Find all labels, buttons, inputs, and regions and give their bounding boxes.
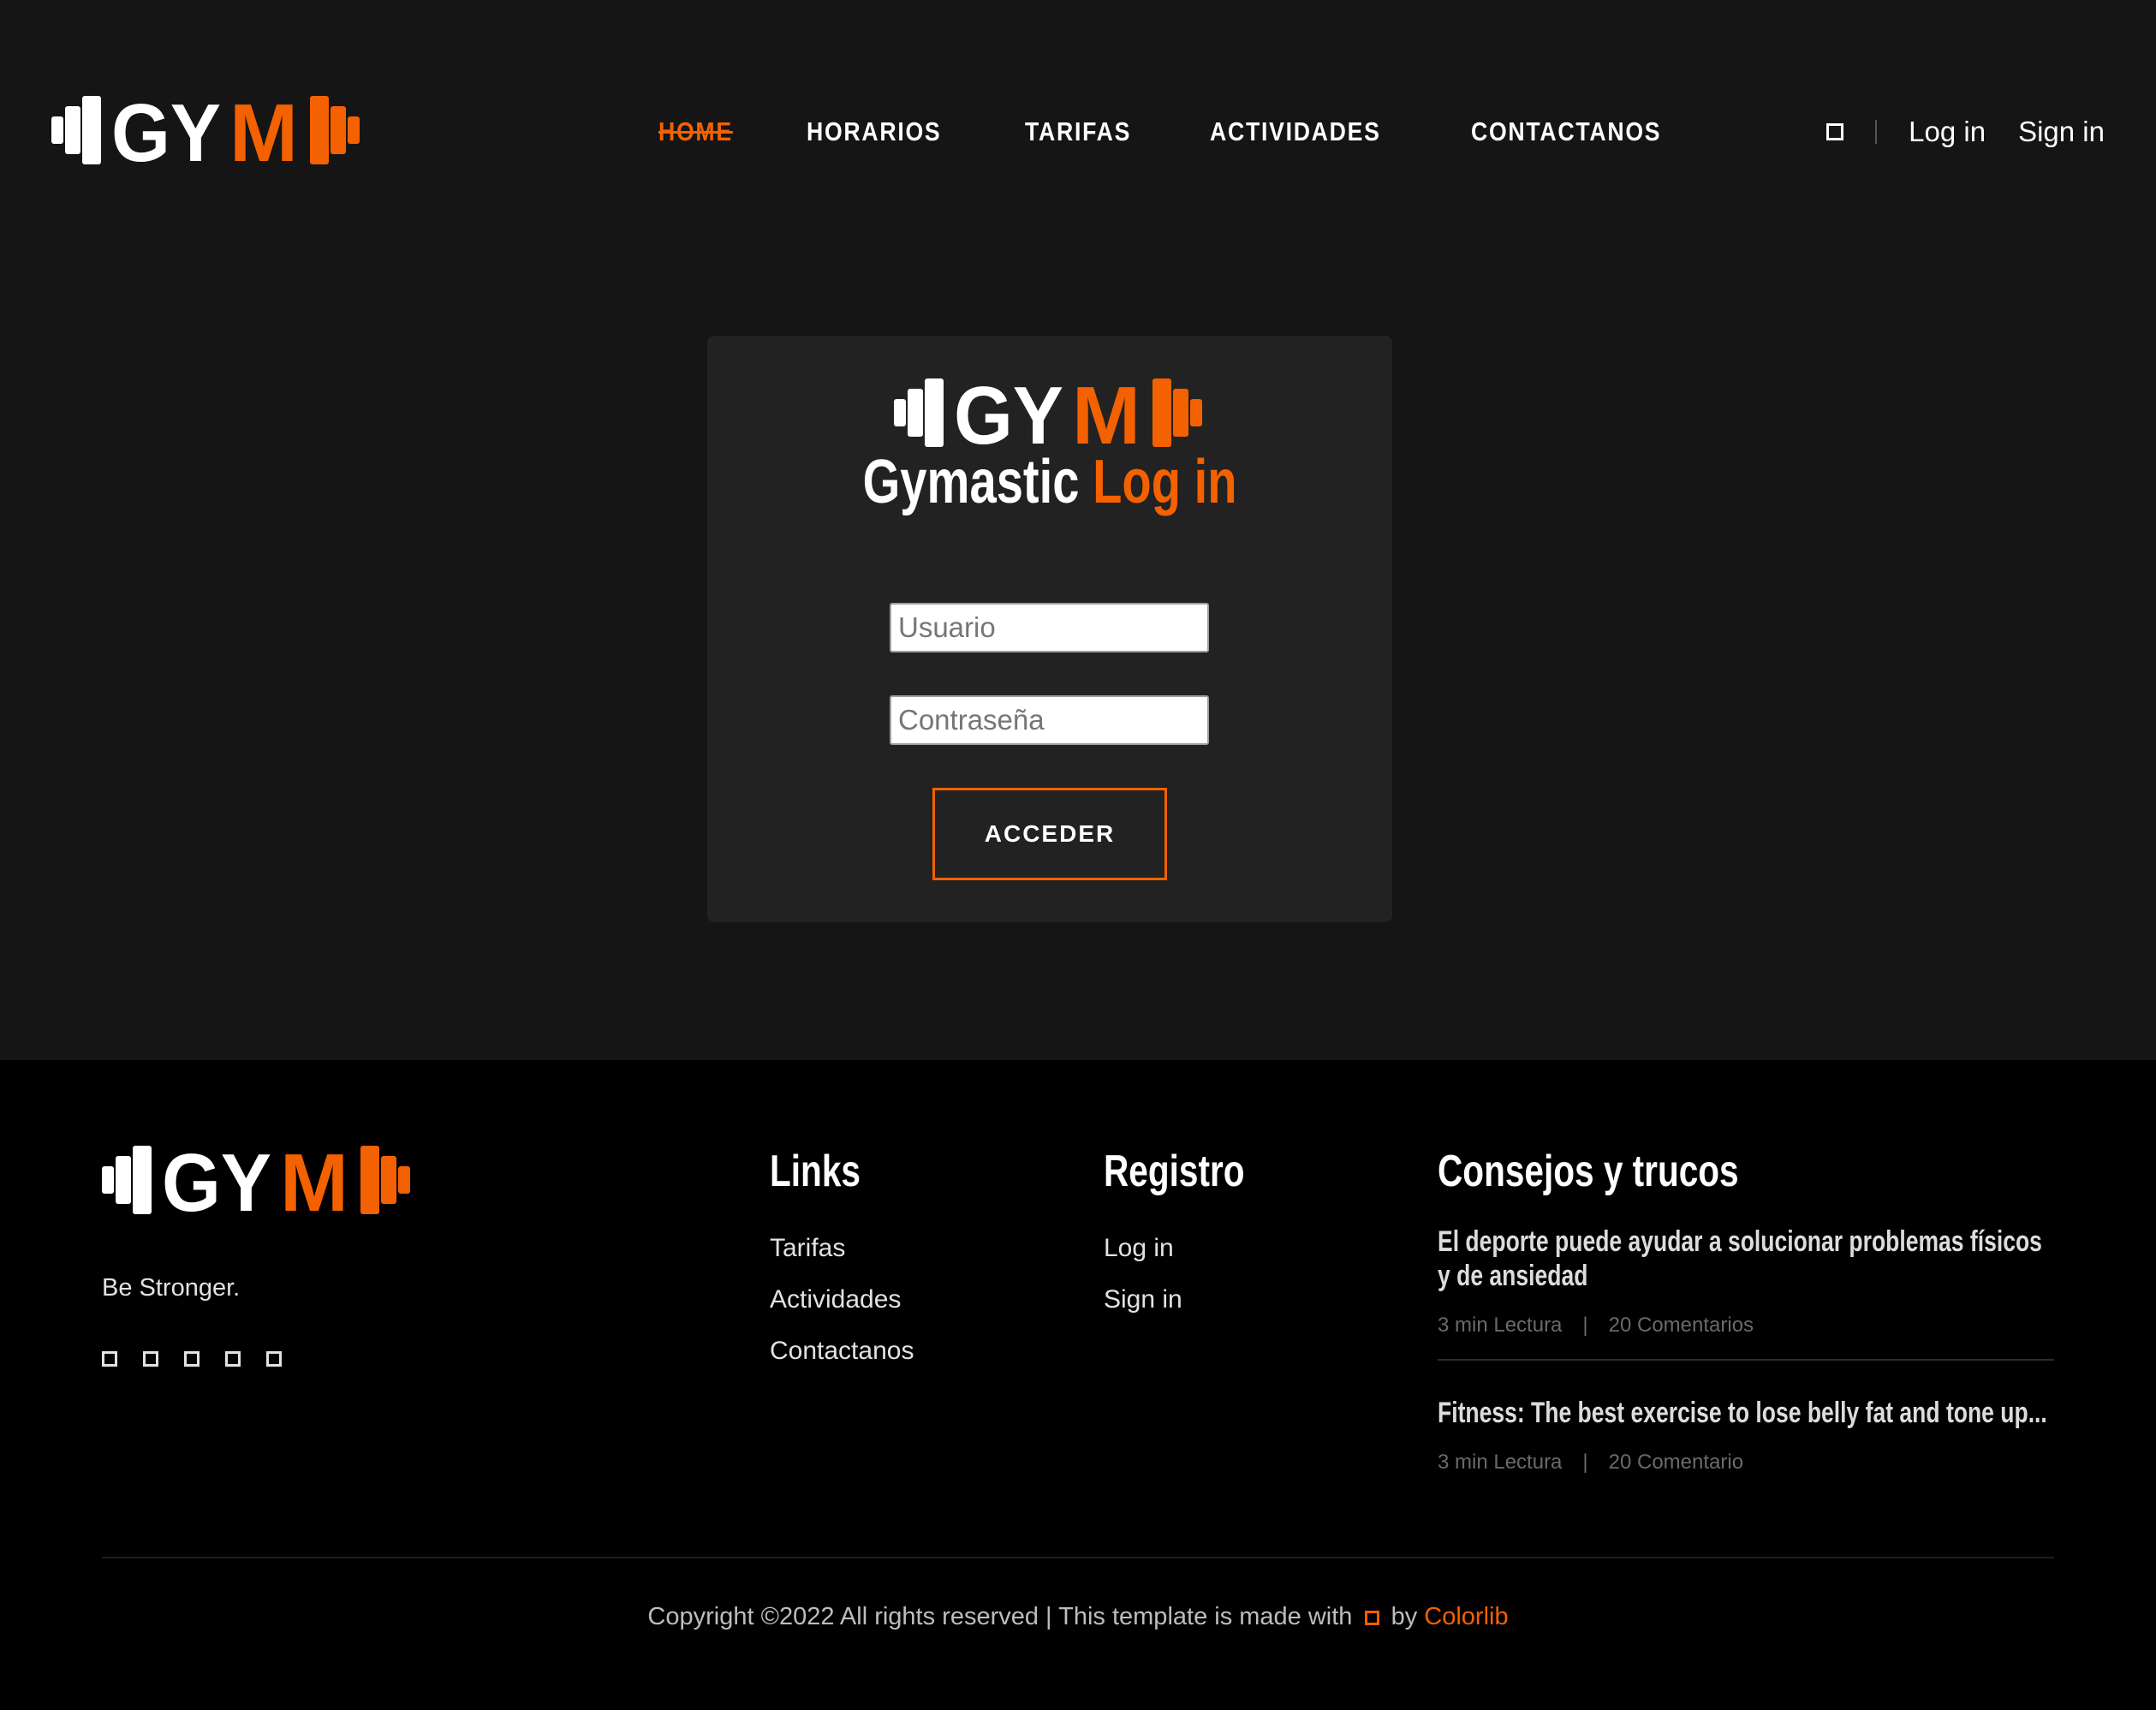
logo-text-accent: M (229, 92, 298, 168)
post-read-time: 3 min Lectura (1438, 1451, 1563, 1474)
nav-item-actividades[interactable]: ACTIVIDADES (1210, 116, 1381, 147)
post-title[interactable]: Fitness: The best exercise to lose belly… (1438, 1396, 2054, 1430)
footer-divider (102, 1557, 2054, 1558)
post-title[interactable]: El deporte puede ayudar a solucionar pro… (1438, 1224, 2054, 1293)
post-read-time: 3 min Lectura (1438, 1314, 1563, 1337)
copyright-text: Copyright ©2022 All rights reserved | Th… (647, 1603, 1353, 1630)
logo-text-accent: M (280, 1142, 348, 1218)
main-nav: HOME HORARIOS TARIFAS ACTIVIDADES CONTAC… (658, 111, 1754, 152)
footer-link-contactanos[interactable]: Contactanos (770, 1337, 914, 1366)
site-footer: GY M Be Stronger. Links Tarifas Activida… (0, 1060, 2156, 1710)
header-actions: Log in Sign in (1826, 111, 2105, 152)
footer-link-signin[interactable]: Sign in (1104, 1285, 1182, 1314)
footer-tagline: Be Stronger. (102, 1274, 241, 1302)
login-card: GY M Gymastic Log in ACCEDER (707, 336, 1392, 922)
post-meta: 3 min Lectura | 20 Comentarios (1438, 1314, 1754, 1337)
footer-logo[interactable]: GY M (102, 1142, 417, 1218)
tips-heading: Consejos y trucos (1438, 1147, 1739, 1196)
post-meta: 3 min Lectura | 20 Comentario (1438, 1451, 1744, 1474)
login-title-accent: Log in (1093, 448, 1237, 516)
footer-link-tarifas[interactable]: Tarifas (770, 1234, 845, 1263)
footer-link-actividades[interactable]: Actividades (770, 1285, 901, 1314)
site-logo[interactable]: GY M (51, 92, 366, 168)
login-title-prefix: Gymastic (862, 448, 1080, 516)
nav-item-horarios[interactable]: HORARIOS (807, 116, 941, 147)
post-divider (1438, 1359, 2054, 1361)
logo-text-white: GY (162, 1142, 271, 1218)
links-heading: Links (770, 1147, 861, 1196)
post-title-text[interactable]: El deporte puede ayudar a solucionar pro… (1438, 1224, 2054, 1293)
social-links (102, 1351, 307, 1367)
social-square-icon[interactable] (225, 1351, 241, 1367)
login-title: Gymastic Log in (707, 447, 1392, 517)
acceder-button[interactable]: ACCEDER (932, 788, 1167, 880)
password-input[interactable] (890, 695, 1209, 745)
square-icon[interactable] (1826, 123, 1844, 140)
username-input[interactable] (890, 603, 1209, 652)
divider (1875, 120, 1878, 144)
header-login-link[interactable]: Log in (1909, 116, 1986, 148)
post-comments: 20 Comentario (1608, 1451, 1744, 1474)
nav-item-home[interactable]: HOME (658, 116, 733, 147)
dumbbell-logo-icon: GY M (51, 92, 360, 168)
copyright: Copyright ©2022 All rights reserved | Th… (0, 1603, 2156, 1631)
post-comments: 20 Comentarios (1608, 1314, 1754, 1337)
nav-item-contactanos[interactable]: CONTACTANOS (1471, 116, 1661, 147)
social-square-icon[interactable] (143, 1351, 158, 1367)
dumbbell-logo-icon: GY M (102, 1142, 410, 1218)
heart-icon (1364, 1611, 1379, 1625)
colorlib-link[interactable]: Colorlib (1424, 1603, 1508, 1630)
registro-heading: Registro (1104, 1147, 1245, 1196)
social-square-icon[interactable] (102, 1351, 117, 1367)
card-logo: GY M (894, 375, 1209, 450)
social-square-icon[interactable] (266, 1351, 282, 1367)
logo-text-white: GY (111, 92, 221, 168)
logo-text-accent: M (1072, 375, 1141, 450)
copyright-by: by (1391, 1603, 1418, 1630)
dumbbell-logo-icon: GY M (894, 375, 1202, 450)
post-title-text[interactable]: Fitness: The best exercise to lose belly… (1438, 1396, 2054, 1430)
nav-item-tarifas[interactable]: TARIFAS (1025, 116, 1131, 147)
header-signin-link[interactable]: Sign in (2018, 116, 2105, 148)
social-square-icon[interactable] (184, 1351, 200, 1367)
site-header: GY M HOME HORARIOS TARIFAS ACTIVIDADES C… (0, 0, 2156, 265)
footer-link-login[interactable]: Log in (1104, 1234, 1174, 1263)
logo-text-white: GY (954, 375, 1063, 450)
